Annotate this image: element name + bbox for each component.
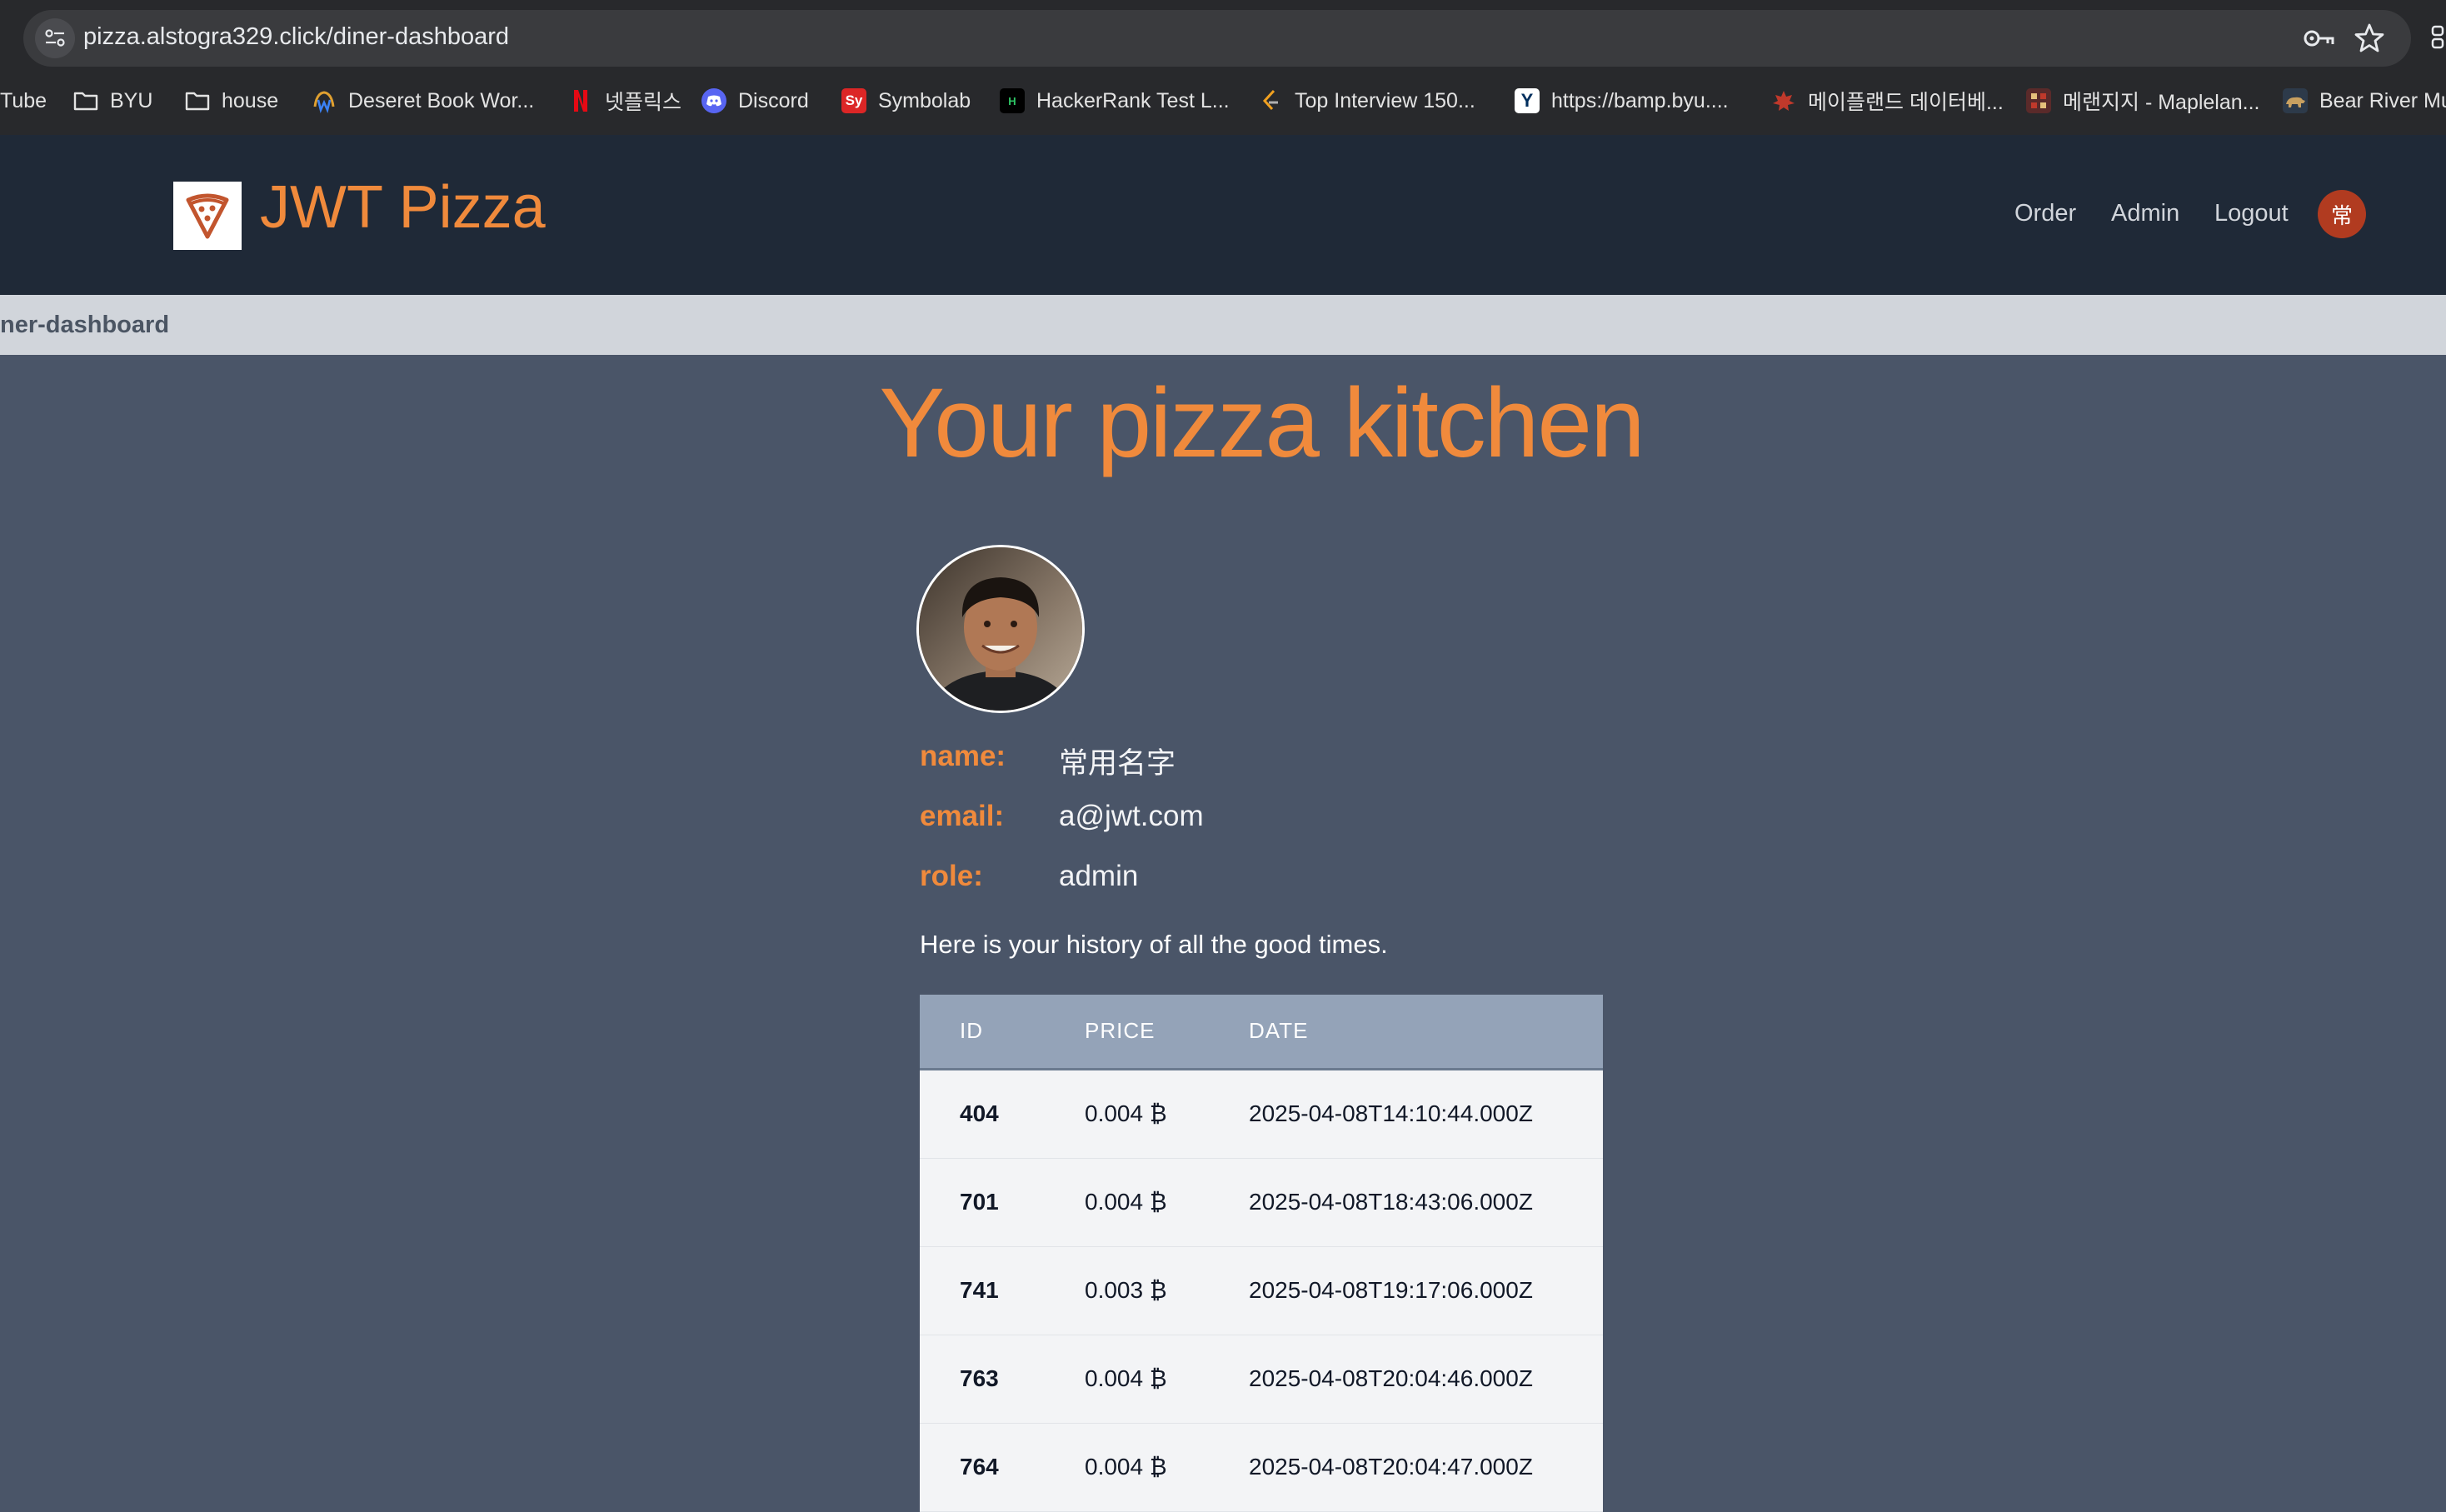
profile-photo [916, 545, 1085, 713]
order-date: 2025-04-08T20:04:47.000Z [1249, 1454, 1533, 1480]
table-row: 701 0.004 ₿ 2025-04-08T18:43:06.000Z [920, 1159, 1603, 1247]
netflix-icon [568, 88, 593, 113]
browser-chrome: pizza.alstogra329.click/diner-dashboard … [0, 0, 2446, 135]
bookmark-hackerrank[interactable]: H HackerRank Test L... [1000, 87, 1230, 115]
user-avatar-badge[interactable]: 常 [2318, 190, 2366, 238]
bookmark-bear-river[interactable]: Bear River Mu [2283, 87, 2446, 115]
bear-icon [2283, 88, 2308, 113]
order-date: 2025-04-08T14:10:44.000Z [1249, 1100, 1533, 1126]
bookmark-symbolab[interactable]: Sy Symbolab [841, 87, 971, 115]
column-header-price: PRICE [1085, 1018, 1156, 1043]
bookmark-label: Deseret Book Wor... [348, 88, 535, 112]
order-id: 763 [960, 1365, 999, 1391]
bookmark-label: 넷플릭스 [605, 91, 682, 114]
bookmark-label: Symbolab [878, 88, 971, 112]
extensions-icon[interactable] [2429, 25, 2446, 50]
order-id: 741 [960, 1277, 999, 1303]
bookmark-folder-house[interactable]: house [185, 87, 278, 115]
bookmark-netflix[interactable]: 넷플릭스 [568, 87, 681, 115]
order-price: 0.004 ₿ [1085, 1454, 1167, 1480]
bookmark-label: https://bamp.byu.... [1551, 88, 1729, 112]
page-title: Your pizza kitchen [879, 368, 1645, 478]
order-price: 0.003 ₿ [1085, 1277, 1167, 1303]
order-history-table: ID PRICE DATE 404 0.004 ₿ 2025-04-08T14:… [920, 995, 1603, 1512]
order-id: 764 [960, 1454, 999, 1480]
leetcode-icon [1258, 88, 1283, 113]
discord-icon [701, 88, 726, 113]
brand-title[interactable]: JWT Pizza [260, 173, 546, 242]
role-label: role: [920, 860, 983, 892]
byu-y-icon: Y [1515, 88, 1540, 113]
site-settings-icon[interactable] [35, 18, 75, 58]
order-date: 2025-04-08T19:17:06.000Z [1249, 1277, 1533, 1303]
order-date: 2025-04-08T20:04:46.000Z [1249, 1365, 1533, 1391]
bookmark-label: Discord [738, 88, 809, 112]
name-label: name: [920, 740, 1006, 772]
nav-admin-link[interactable]: Admin [2111, 200, 2179, 227]
hackerrank-icon: H [1000, 88, 1025, 113]
bookmark-label: 메이플랜드 데이터베... [1808, 91, 2004, 114]
bookmark-discord[interactable]: Discord [701, 87, 809, 115]
order-id: 701 [960, 1189, 999, 1215]
role-value: admin [1059, 860, 1139, 892]
breadcrumb: ner-dashboard [0, 295, 2446, 355]
bookmark-label: house [222, 88, 279, 112]
bookmark-deseret-book[interactable]: Deseret Book Wor... [312, 87, 534, 115]
order-price: 0.004 ₿ [1085, 1189, 1167, 1215]
url-text[interactable]: pizza.alstogra329.click/diner-dashboard [83, 23, 509, 51]
bookmark-mapleland-db[interactable]: 메이플랜드 데이터베... [1771, 87, 2004, 115]
order-date: 2025-04-08T18:43:06.000Z [1249, 1189, 1533, 1215]
table-row: 404 0.004 ₿ 2025-04-08T14:10:44.000Z [920, 1070, 1603, 1159]
address-bar[interactable]: pizza.alstogra329.click/diner-dashboard [23, 10, 2411, 67]
nav-order-link[interactable]: Order [2014, 200, 2076, 227]
bookmark-label: Top Interview 150... [1295, 88, 1475, 112]
table-row: 763 0.004 ₿ 2025-04-08T20:04:46.000Z [920, 1335, 1603, 1424]
history-intro: Here is your history of all the good tim… [920, 930, 1388, 959]
bookmarks-bar: Tube BYU house Deseret Book Wor... 넷플릭스 [0, 77, 2446, 123]
folder-icon [73, 88, 98, 113]
symbolab-icon: Sy [841, 88, 866, 113]
bookmark-label: HackerRank Test L... [1036, 88, 1230, 112]
password-key-icon[interactable] [2303, 25, 2336, 52]
bookmark-label: Bear River Mu [2319, 88, 2446, 112]
order-price: 0.004 ₿ [1085, 1100, 1167, 1126]
name-value: 常用名字 [1059, 747, 1176, 780]
column-header-id: ID [960, 1018, 983, 1043]
table-row: 741 0.003 ₿ 2025-04-08T19:17:06.000Z [920, 1247, 1603, 1335]
deseret-book-icon [312, 88, 337, 113]
email-label: email: [920, 800, 1005, 832]
email-value: a@jwt.com [1059, 800, 1204, 832]
column-header-date: DATE [1249, 1018, 1309, 1043]
nav-logout-link[interactable]: Logout [2214, 200, 2289, 227]
folder-icon [185, 88, 210, 113]
bookmark-folder-byu[interactable]: BYU [73, 87, 152, 115]
bookmark-label: 메랜지지 - Maplelan... [2063, 91, 2260, 114]
order-price: 0.004 ₿ [1085, 1365, 1167, 1391]
bookmark-byu-bamp[interactable]: Y https://bamp.byu.... [1515, 87, 1729, 115]
pizza-logo-icon[interactable] [173, 182, 242, 250]
table-row: 764 0.004 ₿ 2025-04-08T20:04:47.000Z [920, 1424, 1603, 1512]
site-header: JWT Pizza Order Admin Logout 常 [0, 135, 2446, 295]
bookmark-leetcode[interactable]: Top Interview 150... [1258, 87, 1475, 115]
maplelan-icon [2026, 88, 2051, 113]
order-id: 404 [960, 1100, 999, 1126]
table-header: ID PRICE DATE [920, 995, 1603, 1070]
bookmark-star-icon[interactable] [2353, 22, 2386, 55]
bookmark-maplelan[interactable]: 메랜지지 - Maplelan... [2026, 87, 2260, 115]
bookmark-label: Tube [0, 88, 47, 112]
bookmark-label: BYU [110, 88, 153, 112]
maple-leaf-icon [1771, 88, 1796, 113]
bookmark-youtube[interactable]: Tube [0, 87, 47, 115]
breadcrumb-current[interactable]: ner-dashboard [0, 312, 169, 339]
